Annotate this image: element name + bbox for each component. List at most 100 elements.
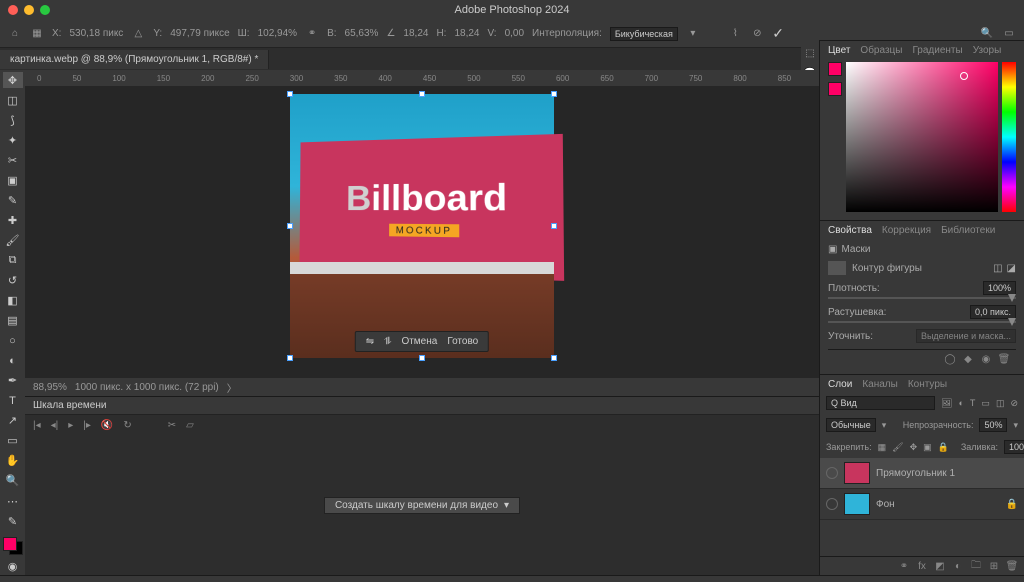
ruler-horizontal[interactable]: 0501001502002503003504004505005506006507… <box>25 70 819 86</box>
blend-mode[interactable]: Обычные <box>826 418 876 432</box>
lock-all-icon[interactable]: 🔒 <box>938 442 949 453</box>
quickmask-icon[interactable]: ◉ <box>3 559 23 575</box>
lock-icon[interactable]: 🔒 <box>1006 499 1018 510</box>
tab-libraries[interactable]: Библиотеки <box>941 225 995 236</box>
color-swatches[interactable] <box>3 537 23 555</box>
canvas-viewport[interactable]: Billboard MOCKUP ⇋ ⥮ Отмена Готово <box>25 86 819 378</box>
layer-name[interactable]: Прямоугольник 1 <box>876 468 955 479</box>
fill-value[interactable]: 100% <box>1004 440 1024 454</box>
filter-type-icon[interactable]: T <box>970 398 976 408</box>
stamp-tool-icon[interactable]: ⧉ <box>3 252 23 268</box>
adjustment-icon[interactable]: ◐ <box>952 560 964 572</box>
tab-patterns[interactable]: Узоры <box>973 45 1002 56</box>
link-icon[interactable]: ⚭ <box>305 27 319 41</box>
eraser-tool-icon[interactable]: ◧ <box>3 293 23 309</box>
filter-adj-icon[interactable]: ◐ <box>958 398 963 408</box>
create-timeline-button[interactable]: Создать шкалу времени для видео ▾ <box>324 497 520 514</box>
first-frame-icon[interactable]: |◂ <box>33 420 41 431</box>
prop-ic1[interactable]: ◯ <box>944 353 956 365</box>
transition-icon[interactable]: ▱ <box>186 420 194 431</box>
new-layer-icon[interactable]: ⊞ <box>988 560 1000 572</box>
filter-toggle-icon[interactable]: ⊘ <box>1010 398 1018 409</box>
eyedropper-tool-icon[interactable]: ✎ <box>3 192 23 208</box>
trash-icon[interactable]: 🗑 <box>998 353 1010 365</box>
mask-icon[interactable]: ◩ <box>934 560 946 572</box>
tab-adjustments[interactable]: Коррекция <box>882 225 931 236</box>
marquee-tool-icon[interactable]: ◫ <box>3 92 23 108</box>
skewh-value[interactable]: 18,24 <box>454 28 479 39</box>
cancel-button[interactable]: Отмена <box>401 336 437 347</box>
filter-img-icon[interactable]: 🖼 <box>941 398 952 409</box>
tab-properties[interactable]: Свойства <box>828 225 872 236</box>
close-window-icon[interactable] <box>8 5 18 15</box>
hue-slider[interactable] <box>1002 62 1016 212</box>
zoom-window-icon[interactable] <box>40 5 50 15</box>
color-cursor-icon[interactable] <box>960 72 968 80</box>
opacity-value[interactable]: 50% <box>979 418 1007 432</box>
lock-pixels-icon[interactable]: ▦ <box>878 442 887 453</box>
foreground-swatch[interactable] <box>3 537 17 551</box>
layer-filter[interactable]: Q Вид <box>826 396 935 410</box>
lock-pos-icon[interactable]: ✥ <box>910 442 918 453</box>
saturation-box[interactable] <box>846 62 998 212</box>
document-tab[interactable]: картинка.webp @ 88,9% (Прямоугольник 1, … <box>0 50 269 69</box>
y-value[interactable]: 497,79 пиксе <box>170 28 229 39</box>
group-icon[interactable]: 🗀 <box>970 560 982 572</box>
color-tab-icon[interactable]: ⬚ <box>803 46 817 60</box>
flip-v-icon[interactable]: ⥮ <box>384 336 391 347</box>
mute-icon[interactable]: 🔇 <box>101 420 113 431</box>
chevron-down-icon[interactable]: ▾ <box>504 500 509 511</box>
density-value[interactable]: 100% <box>983 281 1016 295</box>
loop-icon[interactable]: ↻ <box>123 420 131 431</box>
commit-transform-icon[interactable]: ✓ <box>772 25 784 42</box>
chevron-down-icon[interactable]: ▾ <box>1013 420 1018 431</box>
frame-tool-icon[interactable]: ▣ <box>3 172 23 188</box>
filter-shape-icon[interactable]: ▭ <box>981 398 990 409</box>
mask-add-icon[interactable]: ◫ <box>993 263 1002 274</box>
move-tool-icon[interactable]: ✥ <box>3 72 23 88</box>
skewv-value[interactable]: 0,00 <box>505 28 524 39</box>
filter-smart-icon[interactable]: ◫ <box>996 398 1005 409</box>
lock-art-icon[interactable]: ▣ <box>923 442 932 453</box>
angle-value[interactable]: 18,24 <box>403 28 428 39</box>
next-frame-icon[interactable]: |▸ <box>83 420 91 431</box>
layer-row[interactable]: Прямоугольник 1 <box>820 458 1024 489</box>
flip-h-icon[interactable]: ⇋ <box>366 336 374 347</box>
dodge-tool-icon[interactable]: ◐ <box>3 353 23 369</box>
tab-swatches[interactable]: Образцы <box>860 45 902 56</box>
minimize-window-icon[interactable] <box>24 5 34 15</box>
bg-swatch[interactable] <box>828 82 842 96</box>
chevron-down-icon[interactable]: ▾ <box>882 420 887 431</box>
h-value[interactable]: 65,63% <box>345 28 379 39</box>
more-tools-icon[interactable]: ⋯ <box>3 493 23 509</box>
prop-ic2[interactable]: ◆ <box>962 353 974 365</box>
cancel-transform-icon[interactable]: ⊘ <box>750 27 764 41</box>
trash-icon[interactable]: 🗑 <box>1006 560 1018 572</box>
shape-tool-icon[interactable]: ▭ <box>3 433 23 449</box>
w-value[interactable]: 102,94% <box>258 28 297 39</box>
fx-icon[interactable]: fx <box>916 560 928 572</box>
heal-tool-icon[interactable]: ✚ <box>3 212 23 228</box>
fg-swatch[interactable] <box>828 62 842 76</box>
lasso-tool-icon[interactable]: ⟆ <box>3 112 23 128</box>
chevron-down-icon[interactable]: ▾ <box>686 27 700 41</box>
warp-icon[interactable]: ⌇ <box>728 27 742 41</box>
link-layers-icon[interactable]: ⚭ <box>898 560 910 572</box>
layer-name[interactable]: Фон <box>876 499 895 510</box>
done-button[interactable]: Готово <box>447 336 478 347</box>
type-tool-icon[interactable]: T <box>3 393 23 409</box>
tab-paths[interactable]: Контуры <box>908 379 947 390</box>
zoom-value[interactable]: 88,95% <box>33 382 67 393</box>
visibility-icon[interactable] <box>826 467 838 479</box>
blur-tool-icon[interactable]: ○ <box>3 333 23 349</box>
tab-color[interactable]: Цвет <box>828 45 850 56</box>
mask-subtract-icon[interactable]: ◪ <box>1007 263 1016 274</box>
layer-thumb[interactable] <box>844 493 870 515</box>
tab-layers[interactable]: Слои <box>828 379 852 390</box>
refine-button[interactable]: Выделение и маска... <box>916 329 1016 343</box>
feather-value[interactable]: 0,0 пикс. <box>970 305 1016 319</box>
timeline-title[interactable]: Шкала времени <box>25 397 819 415</box>
edit-toolbar-icon[interactable]: ✎ <box>3 513 23 529</box>
density-slider[interactable] <box>828 297 1016 299</box>
tab-gradients[interactable]: Градиенты <box>912 45 962 56</box>
